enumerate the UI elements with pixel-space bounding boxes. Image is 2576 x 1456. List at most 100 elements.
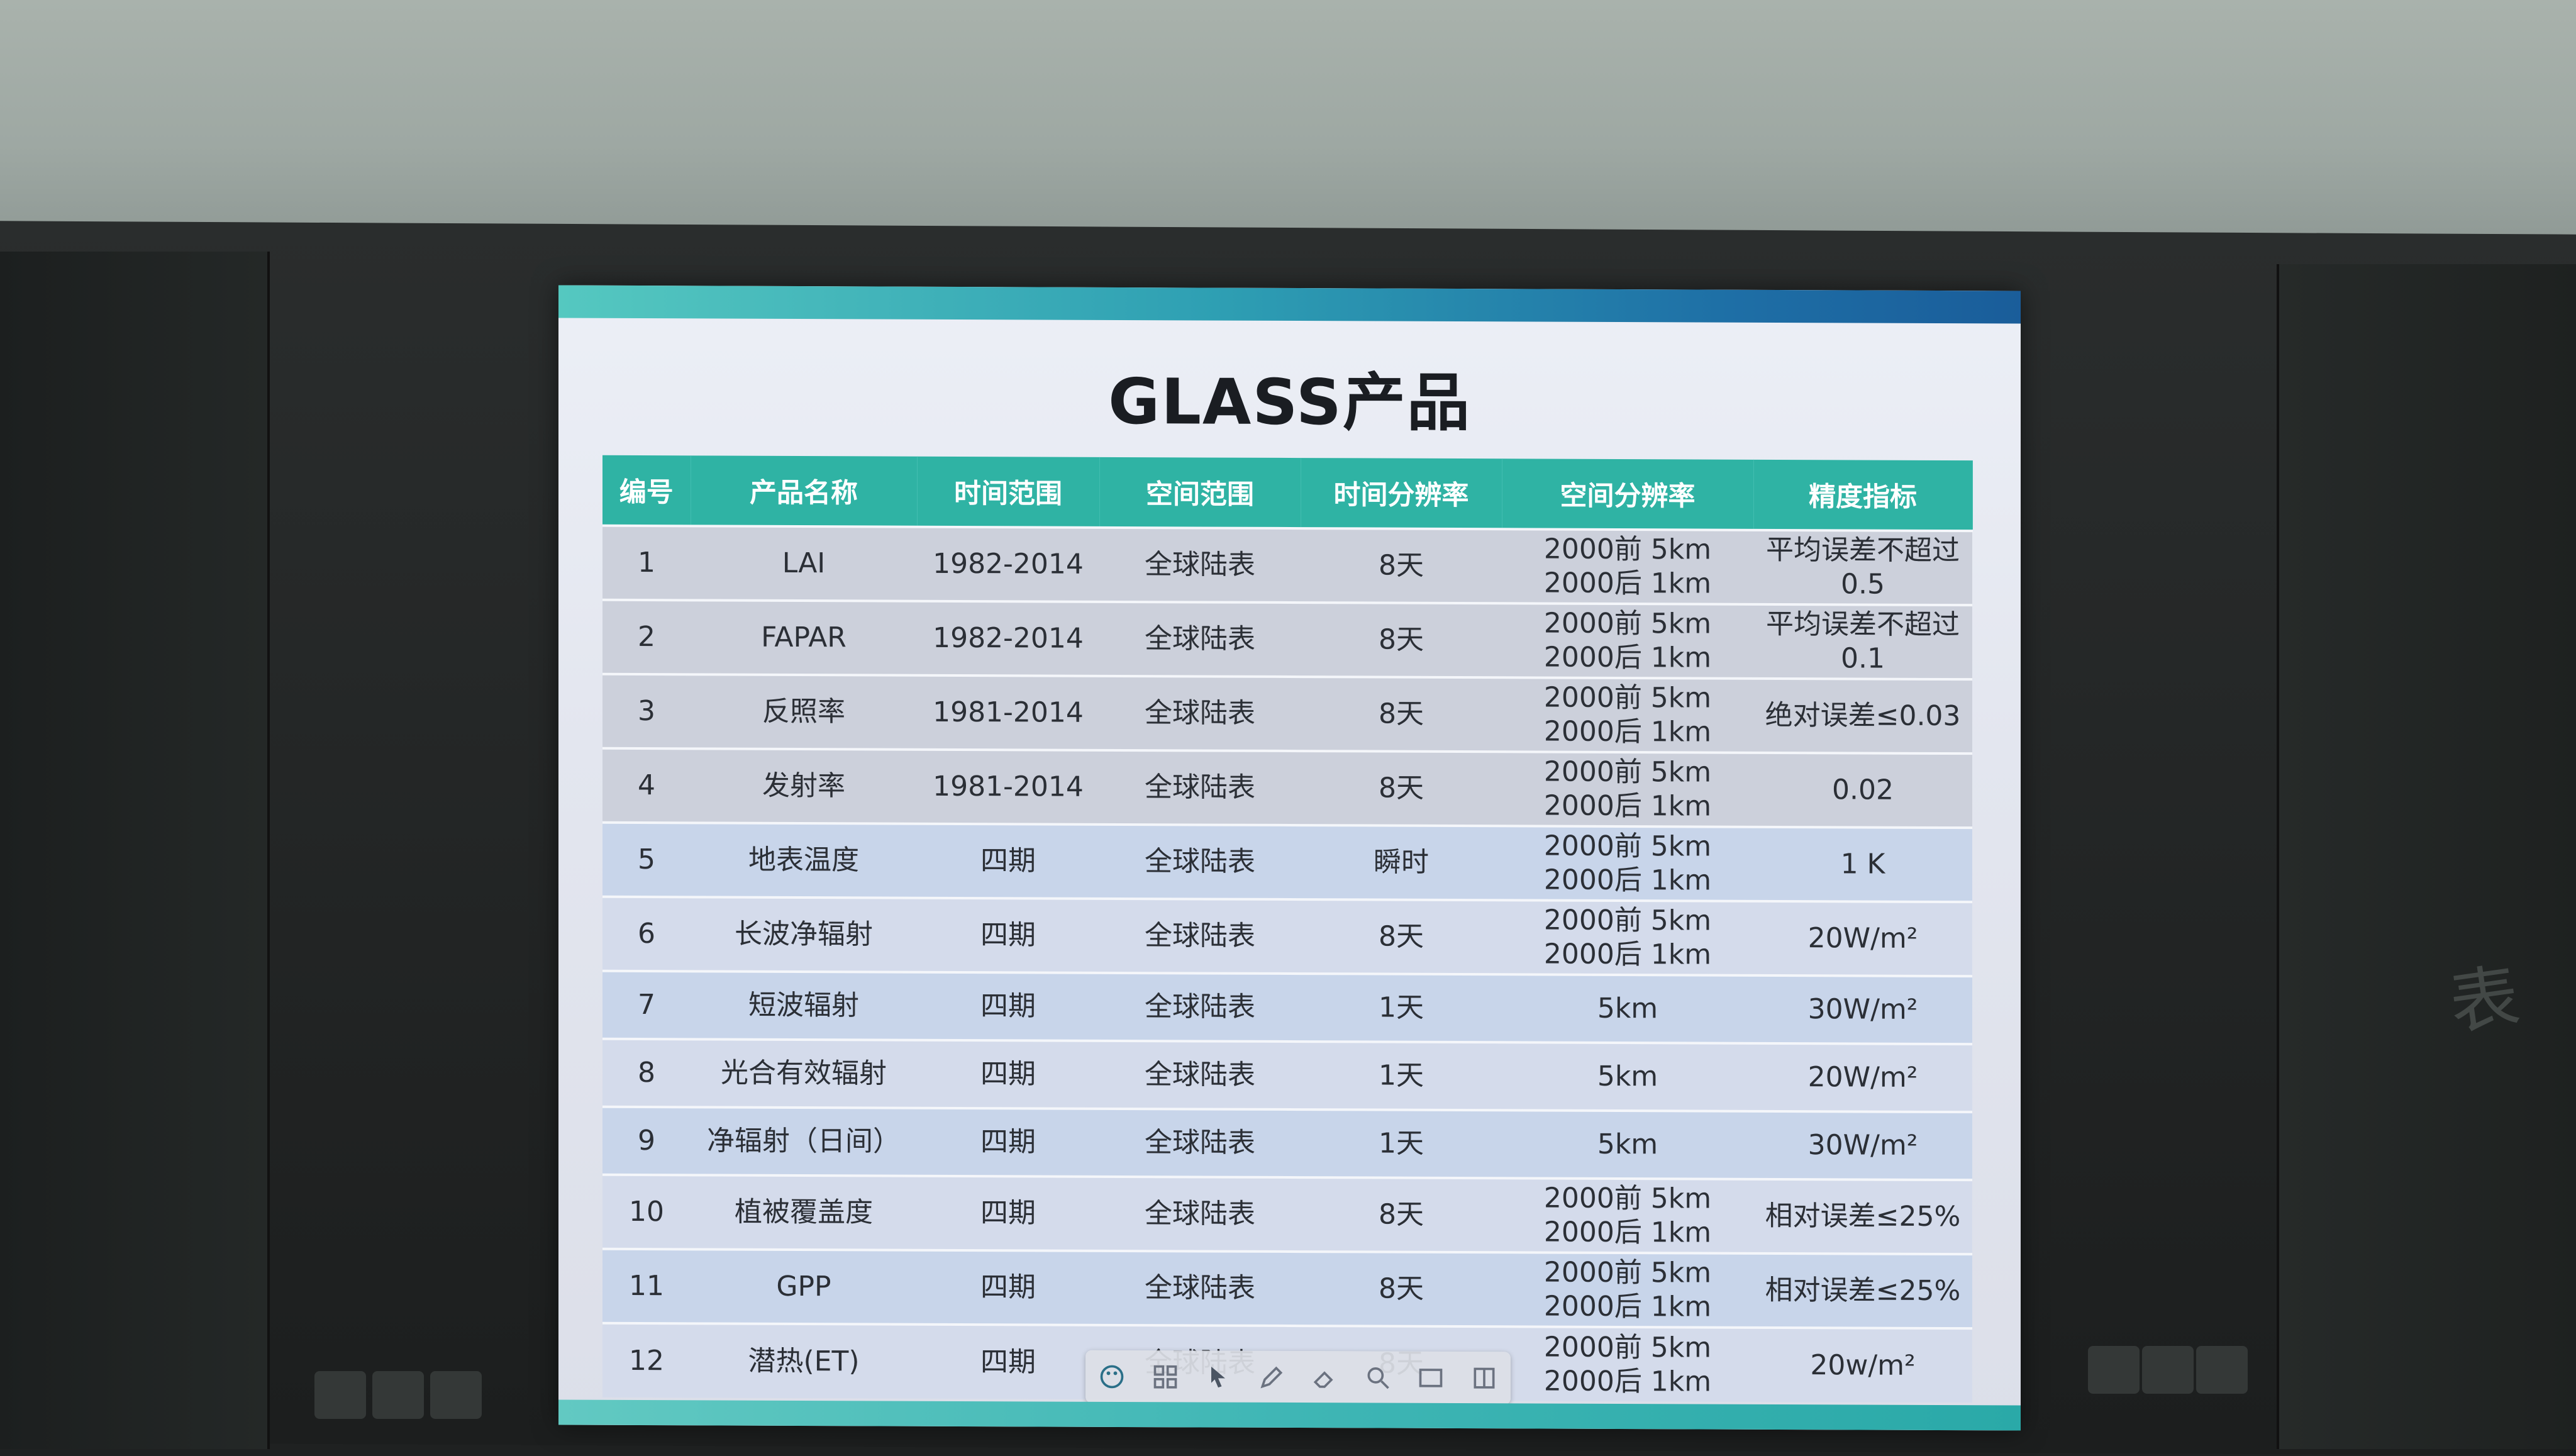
cell-product-name: FAPAR (691, 600, 917, 675)
cell-id: 2 (602, 599, 691, 675)
column-header-time-range: 时间范围 (917, 456, 1099, 528)
cell-space-range: 全球陆表 (1099, 898, 1301, 974)
table-header-row: 编号 产品名称 时间范围 空间范围 时间分辨率 空间分辨率 精度指标 (602, 455, 1972, 531)
column-header-space-range: 空间范围 (1099, 457, 1301, 529)
cell-accuracy-line: 20w/m² (1810, 1349, 1916, 1382)
board-button[interactable] (372, 1371, 424, 1419)
cell-space-range: 全球陆表 (1099, 675, 1301, 752)
cell-time-resolution: 8天 (1301, 1177, 1502, 1253)
cell-accuracy: 20w/m² (1753, 1327, 1972, 1403)
cell-space-resolution-line: 2000前 5km (1543, 533, 1712, 566)
cell-product-name: 反照率 (691, 674, 917, 750)
cell-space-resolution-line: 5km (1597, 1128, 1658, 1161)
board-button[interactable] (430, 1371, 482, 1419)
cell-accuracy-line: 相对误差≤25% (1765, 1200, 1961, 1233)
cell-space-resolution-line: 2000前 5km (1543, 681, 1712, 714)
cell-time-range: 四期 (917, 1175, 1099, 1251)
board-button[interactable] (2088, 1346, 2140, 1394)
window-icon[interactable] (1412, 1359, 1450, 1397)
cell-accuracy: 20W/m² (1753, 901, 1972, 977)
cell-space-range: 全球陆表 (1099, 601, 1301, 677)
cell-time-resolution: 8天 (1301, 677, 1502, 752)
cell-space-resolution: 2000前 5km 2000后 1km (1502, 603, 1753, 679)
cell-space-resolution-line: 2000前 5km (1543, 830, 1712, 863)
cell-accuracy: 绝对误差≤0.03 (1753, 678, 1972, 754)
blackboard-right-panel: 表 (2277, 264, 2576, 1449)
cell-time-resolution: 1天 (1301, 974, 1502, 1043)
search-icon[interactable] (1359, 1359, 1397, 1396)
cell-accuracy-line: 20W/m² (1807, 922, 1918, 955)
cell-product-name: 发射率 (691, 748, 917, 824)
cell-time-range: 1981-2014 (917, 675, 1099, 750)
slide-top-stripe (558, 285, 2021, 324)
cell-space-resolution-line: 2000前 5km (1543, 1182, 1712, 1215)
cell-space-resolution-line: 2000前 5km (1543, 1331, 1712, 1364)
cell-space-resolution-line: 5km (1597, 1060, 1658, 1093)
cell-space-resolution-line: 2000后 1km (1543, 1290, 1712, 1323)
column-header-time-resolution: 时间分辨率 (1301, 458, 1502, 530)
pointer-icon[interactable] (1199, 1358, 1237, 1396)
cell-space-resolution-line: 2000后 1km (1543, 641, 1712, 674)
cell-time-resolution: 8天 (1301, 603, 1502, 678)
cell-id: 9 (602, 1106, 691, 1175)
grid-icon[interactable] (1146, 1358, 1184, 1396)
cell-space-resolution-line: 5km (1597, 992, 1658, 1025)
chalk-writing: 表 (2445, 955, 2524, 1045)
cell-space-resolution: 2000前 5km 2000后 1km (1502, 752, 1753, 827)
menu-icon[interactable] (1465, 1359, 1503, 1397)
cell-space-resolution-line: 2000前 5km (1543, 1256, 1712, 1289)
cell-accuracy-line: 20W/m² (1807, 1061, 1918, 1094)
cell-product-name: 潜热(ET) (691, 1323, 917, 1399)
cell-accuracy: 相对误差≤25% (1753, 1253, 1972, 1329)
eraser-icon[interactable] (1306, 1359, 1343, 1396)
cell-time-resolution: 1天 (1301, 1042, 1502, 1111)
cell-id: 3 (602, 674, 691, 749)
glass-product-table: 编号 产品名称 时间范围 空间范围 时间分辨率 空间分辨率 精度指标 1 LAI 1… (602, 455, 1973, 1403)
cell-product-name: 短波辐射 (691, 971, 917, 1040)
cell-product-name: GPP (691, 1249, 917, 1325)
palette-icon[interactable] (1093, 1358, 1131, 1396)
cell-space-resolution: 5km (1502, 1110, 1753, 1179)
pen-icon[interactable] (1253, 1359, 1291, 1396)
cell-time-range: 四期 (917, 1324, 1099, 1399)
cell-space-resolution-line: 2000后 1km (1543, 938, 1712, 971)
cell-space-resolution: 5km (1502, 1042, 1753, 1111)
board-button[interactable] (314, 1371, 366, 1419)
cell-time-range: 四期 (917, 1108, 1099, 1177)
cell-space-resolution: 2000前 5km 2000后 1km (1502, 900, 1753, 975)
cell-product-name: 光合有效辐射 (691, 1039, 917, 1108)
column-header-accuracy: 精度指标 (1753, 459, 1972, 531)
table-row: 11 GPP 四期 全球陆表 8天 2000前 5km 2000后 1km 相对误差≤25% (602, 1248, 1972, 1329)
cell-space-resolution-line: 2000后 1km (1543, 567, 1712, 600)
table-row: 9 净辐射（日间） 四期 全球陆表 1天 5km 30W/m² (602, 1106, 1972, 1181)
cell-accuracy: 30W/m² (1753, 1111, 1972, 1181)
blackboard-left-panel (0, 252, 270, 1449)
cell-id: 11 (602, 1248, 691, 1324)
cell-time-resolution: 瞬时 (1301, 825, 1502, 901)
table-row: 3 反照率 1981-2014 全球陆表 8天 2000前 5km 2000后 1km 绝对误… (602, 674, 1972, 754)
board-button[interactable] (2196, 1346, 2248, 1394)
cell-space-resolution-line: 2000前 5km (1543, 904, 1712, 937)
cell-space-range: 全球陆表 (1099, 527, 1301, 603)
cell-accuracy-line: 平均误差不超过 (1766, 534, 1960, 567)
cell-accuracy-line: 平均误差不超过 (1766, 608, 1960, 642)
column-header-name: 产品名称 (691, 455, 917, 527)
cell-accuracy: 平均误差不超过 0.1 (1753, 604, 1972, 680)
cell-space-range: 全球陆表 (1099, 824, 1301, 900)
cell-accuracy-line: 0.5 (1841, 568, 1885, 601)
cell-space-range: 全球陆表 (1099, 1040, 1301, 1110)
cell-time-range: 四期 (917, 823, 1099, 899)
cell-space-resolution-line: 2000后 1km (1543, 1216, 1712, 1249)
cell-accuracy-line: 0.02 (1832, 774, 1894, 806)
cell-accuracy-line: 30W/m² (1807, 993, 1918, 1026)
table-row: 8 光合有效辐射 四期 全球陆表 1天 5km 20W/m² (602, 1038, 1972, 1113)
board-button[interactable] (2142, 1346, 2194, 1394)
cell-product-name: 植被覆盖度 (691, 1175, 917, 1250)
projector-screen: GLASS产品 编号 产品名称 时间范围 空间范围 时间分辨率 空间分辨率 精度… (558, 285, 2021, 1431)
cell-space-range: 全球陆表 (1099, 972, 1301, 1042)
column-header-id: 编号 (602, 455, 691, 526)
cell-space-resolution: 2000前 5km 2000后 1km (1502, 529, 1753, 604)
cell-time-resolution: 8天 (1301, 528, 1502, 604)
cell-accuracy: 0.02 (1753, 752, 1972, 828)
cell-space-resolution-line: 2000后 1km (1543, 864, 1712, 897)
